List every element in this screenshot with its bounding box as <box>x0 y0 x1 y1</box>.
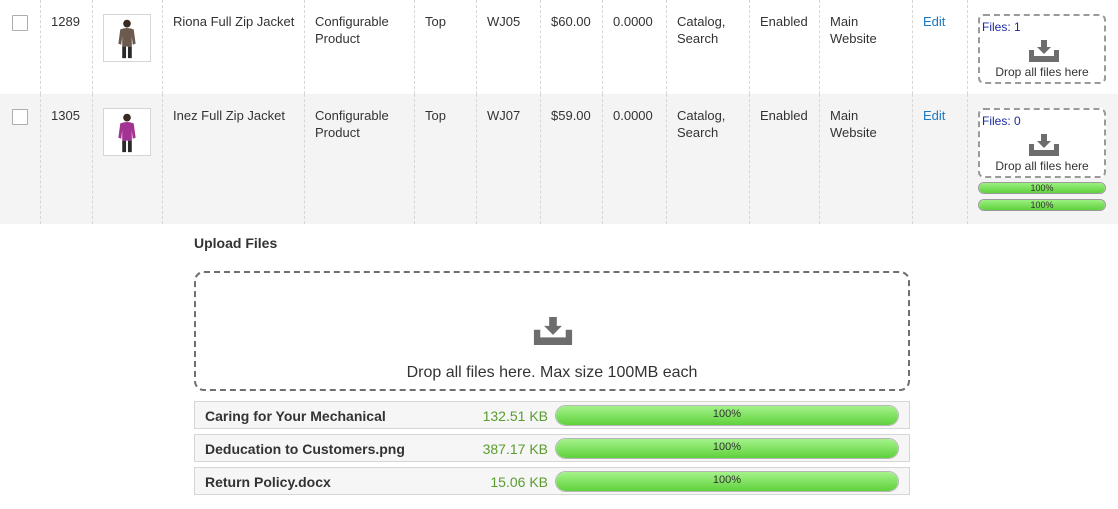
uploaded-file-row: Deducation to Customers.png 387.17 KB 10… <box>194 434 910 462</box>
file-progress-bar: 100% <box>555 438 899 459</box>
progress-label: 100% <box>1030 183 1054 193</box>
id-cell: 1305 <box>40 94 92 224</box>
upload-files-heading: Upload Files <box>194 235 278 251</box>
file-name: Caring for Your Mechanical <box>205 408 386 424</box>
product-id: 1305 <box>51 108 80 123</box>
product-type: Configurable Product <box>315 108 389 140</box>
download-tray-icon <box>532 317 574 348</box>
price: $60.00 <box>551 14 591 29</box>
files-count: Files: 0 <box>982 114 1021 128</box>
dropzone-text: Drop all files here. Max size 100MB each <box>406 364 698 381</box>
progress-label: 100% <box>1030 200 1054 210</box>
status-cell: Enabled <box>749 94 819 224</box>
product-type: Configurable Product <box>315 14 389 46</box>
visibility-cell: Catalog, Search <box>666 94 749 224</box>
product-id: 1289 <box>51 14 80 29</box>
download-tray-icon <box>1028 40 1060 66</box>
type-cell: Configurable Product <box>304 94 414 224</box>
progress-label: 100% <box>712 441 742 453</box>
quantity-cell: 0.0000 <box>602 0 666 94</box>
status-cell: Enabled <box>749 0 819 94</box>
sku-cell: WJ07 <box>476 94 540 224</box>
jacket-thumbnail-image <box>118 113 136 153</box>
name-cell: Riona Full Zip Jacket <box>162 0 304 94</box>
product-grid: 1289 Riona Full Zip Jacket Configurable … <box>0 0 1118 224</box>
product-thumbnail[interactable] <box>103 108 151 156</box>
files-cell: Files: 1 Drop all files here <box>967 0 1118 94</box>
edit-link[interactable]: Edit <box>923 108 945 123</box>
dropzone-text: Drop all files here <box>995 159 1089 173</box>
uploaded-file-row: Caring for Your Mechanical 132.51 KB 100… <box>194 401 910 429</box>
file-progress-bar: 100% <box>555 405 899 426</box>
quantity: 0.0000 <box>613 108 653 123</box>
file-size: 387.17 KB <box>482 441 548 457</box>
upload-progress-bar: 100% <box>978 182 1106 194</box>
websites-cell: Main Website <box>819 94 912 224</box>
attribute-set-cell: Top <box>414 94 476 224</box>
product-name: Riona Full Zip Jacket <box>173 14 295 29</box>
attribute-set: Top <box>425 108 446 123</box>
files-cell: Files: 0 Drop all files here 100% 100% <box>967 94 1118 224</box>
action-cell: Edit <box>912 94 967 224</box>
progress-label: 100% <box>712 474 742 486</box>
visibility: Catalog, Search <box>677 108 726 140</box>
edit-link[interactable]: Edit <box>923 14 945 29</box>
upload-progress-bar: 100% <box>978 199 1106 211</box>
price-cell: $60.00 <box>540 0 602 94</box>
quantity-cell: 0.0000 <box>602 94 666 224</box>
upload-dropzone[interactable]: Drop all files here. Max size 100MB each <box>194 271 910 391</box>
file-progress-bar: 100% <box>555 471 899 492</box>
action-cell: Edit <box>912 0 967 94</box>
files-count: Files: 1 <box>982 20 1021 34</box>
id-cell: 1289 <box>40 0 92 94</box>
sku: WJ05 <box>487 14 521 29</box>
visibility: Catalog, Search <box>677 14 726 46</box>
file-size: 15.06 KB <box>490 474 548 490</box>
websites: Main Website <box>830 108 877 140</box>
visibility-cell: Catalog, Search <box>666 0 749 94</box>
select-cell <box>0 0 40 94</box>
uploaded-file-row: Return Policy.docx 15.06 KB 100% <box>194 467 910 495</box>
sku-cell: WJ05 <box>476 0 540 94</box>
sku: WJ07 <box>487 108 521 123</box>
table-row: 1305 Inez Full Zip Jacket Configurable P… <box>0 94 1118 224</box>
row-checkbox[interactable] <box>12 109 28 125</box>
product-file-dropzone[interactable]: Files: 0 Drop all files here <box>978 108 1106 178</box>
quantity: 0.0000 <box>613 14 653 29</box>
price-cell: $59.00 <box>540 94 602 224</box>
select-cell <box>0 94 40 224</box>
jacket-thumbnail-image <box>118 19 136 59</box>
product-file-dropzone[interactable]: Files: 1 Drop all files here <box>978 14 1106 84</box>
dropzone-text: Drop all files here <box>995 65 1089 79</box>
type-cell: Configurable Product <box>304 0 414 94</box>
status: Enabled <box>760 108 808 123</box>
file-size: 132.51 KB <box>482 408 548 424</box>
price: $59.00 <box>551 108 591 123</box>
websites-cell: Main Website <box>819 0 912 94</box>
thumbnail-cell <box>92 94 162 224</box>
attribute-set-cell: Top <box>414 0 476 94</box>
name-cell: Inez Full Zip Jacket <box>162 94 304 224</box>
file-name: Return Policy.docx <box>205 474 331 490</box>
download-tray-icon <box>1028 134 1060 160</box>
attribute-set: Top <box>425 14 446 29</box>
product-name: Inez Full Zip Jacket <box>173 108 285 123</box>
product-thumbnail[interactable] <box>103 14 151 62</box>
file-name: Deducation to Customers.png <box>205 441 405 457</box>
websites: Main Website <box>830 14 877 46</box>
row-checkbox[interactable] <box>12 15 28 31</box>
thumbnail-cell <box>92 0 162 94</box>
progress-label: 100% <box>712 408 742 420</box>
table-row: 1289 Riona Full Zip Jacket Configurable … <box>0 0 1118 94</box>
status: Enabled <box>760 14 808 29</box>
